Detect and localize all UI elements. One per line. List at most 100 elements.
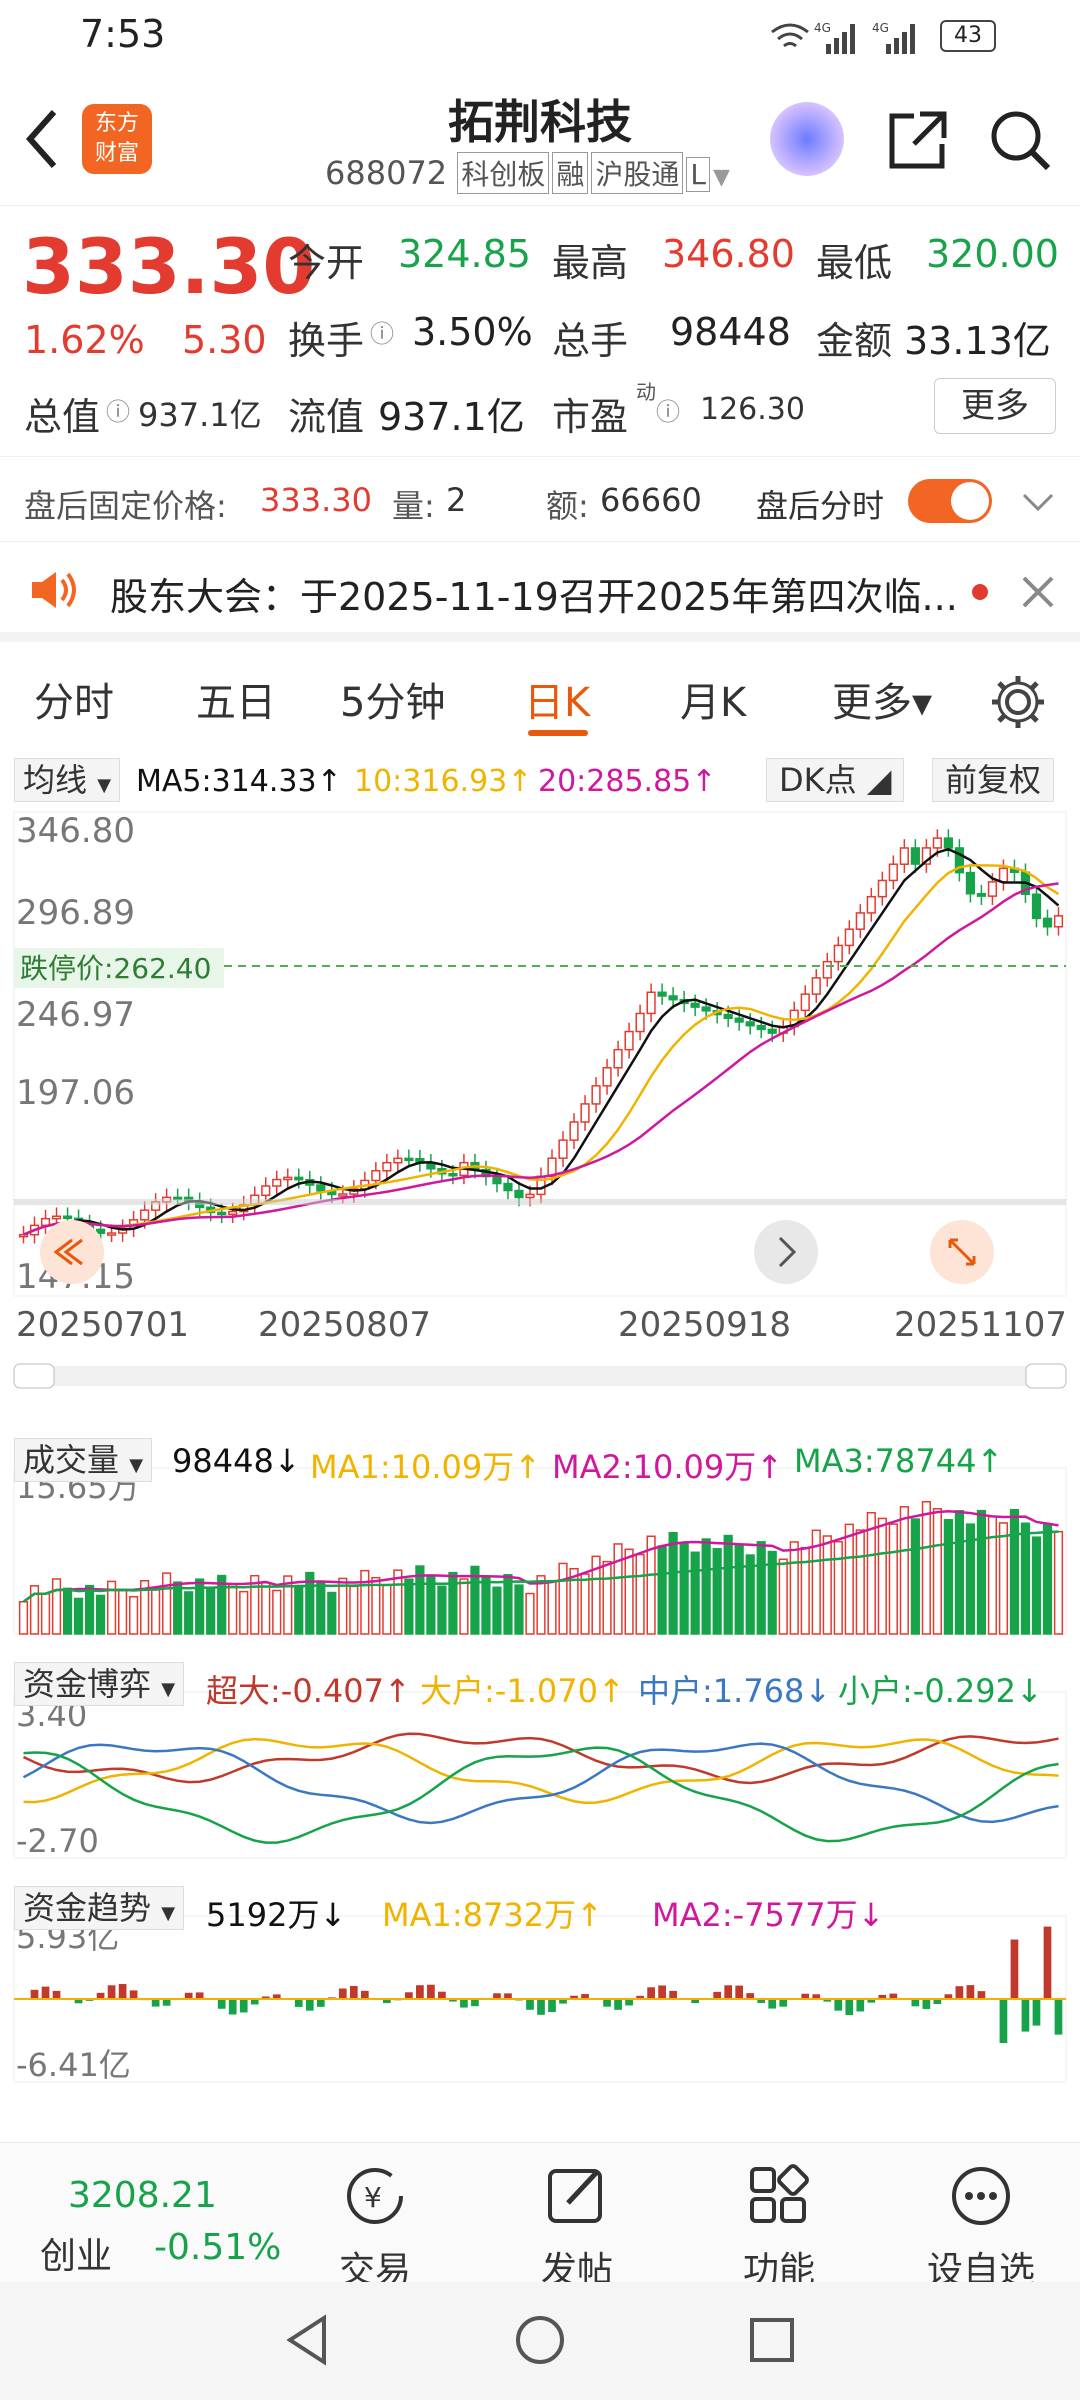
volume-bar [73, 1597, 84, 1635]
float-value: 937.1亿 [378, 395, 525, 439]
fund-trend-bar [338, 1988, 347, 1999]
fund-trend-ma2: MA2:-7577万↓ [652, 1896, 885, 1934]
fund-trend-bar [316, 1999, 325, 2007]
fund-trend-bar [955, 1986, 964, 1999]
volume-bar [1053, 1530, 1064, 1635]
tab-intraday[interactable]: 分时 [34, 670, 114, 728]
fund-game-mid: 中户:1.768↓ [638, 1672, 832, 1710]
last-price: 333.30 [22, 222, 316, 311]
volume-bar [668, 1532, 678, 1635]
candle-body [18, 1233, 29, 1238]
volume-bar [327, 1591, 337, 1635]
range-scrollbar[interactable] [14, 1366, 1066, 1386]
ma10-legend: 10:316.93↑ [354, 764, 533, 799]
fund-trend-select[interactable]: 资金趋势 ▼ [14, 1886, 185, 1930]
notice-bar[interactable]: 股东大会：于2025-11-19召开2025年第四次临... [0, 542, 1080, 642]
share-icon[interactable] [886, 108, 950, 172]
adjust-mode-button[interactable]: 前复权 [932, 758, 1055, 802]
candle-body [734, 1017, 744, 1023]
fund-trend-bar [1032, 1999, 1041, 2026]
nav-home-icon[interactable] [512, 2312, 568, 2368]
fund-trend-bars [19, 1926, 1063, 2044]
candle-body [723, 1013, 733, 1020]
ai-assistant-icon[interactable] [770, 102, 844, 176]
stock-code-row: 688072 科创板融沪股通 L ▼ [325, 152, 730, 194]
trade-button[interactable]: ¥ 交易 [300, 2143, 450, 2291]
tag-kcb: 科创板 [457, 152, 550, 194]
tab-more[interactable]: 更多▾ [832, 670, 932, 728]
volume-bar [503, 1573, 513, 1635]
candle-body [51, 1215, 62, 1220]
post-button[interactable]: 发帖 [502, 2143, 652, 2291]
after-hours-toggle[interactable] [908, 479, 992, 523]
volume-bar [888, 1523, 898, 1635]
candle-body [404, 1157, 414, 1162]
ah-toggle-label: 盘后分时 [756, 487, 885, 525]
fund-game-large: 大户:-1.070↑ [420, 1672, 625, 1710]
fund-trend-bar [526, 1999, 534, 2010]
candle-body [492, 1175, 502, 1185]
function-button[interactable]: 功能 [704, 2143, 854, 2291]
candle-body [382, 1161, 392, 1172]
scroll-left-button[interactable] [40, 1220, 104, 1284]
nav-back-icon[interactable] [280, 2312, 336, 2368]
chevron-down-icon[interactable] [1020, 487, 1056, 517]
candle-body [613, 1048, 623, 1069]
volume-ma3: MA3:78744↑ [794, 1442, 1004, 1480]
fund-trend-bar [911, 1999, 920, 2007]
range-handle-left[interactable] [13, 1363, 55, 1389]
volume-ma1: MA1:10.09万↑ [310, 1448, 542, 1486]
ma-indicator-select[interactable]: 均线 ▼ [14, 758, 121, 802]
candle-body [106, 1232, 117, 1236]
ma20-legend: 20:285.85↑ [538, 764, 717, 799]
fund-trend-bar [999, 1999, 1008, 2044]
kline-xlabel-0: 20250701 [16, 1305, 189, 1345]
volume-bar [756, 1541, 766, 1635]
range-handle-right[interactable] [1025, 1363, 1067, 1389]
candle-body [140, 1209, 150, 1221]
candle-body [855, 912, 865, 930]
volume-bar [679, 1541, 689, 1635]
candle-body [888, 863, 898, 882]
tab-monthly-k[interactable]: 月K [680, 670, 746, 728]
next-button[interactable] [754, 1220, 818, 1284]
candle-body [316, 1184, 326, 1192]
ma-indicator-label: 均线 [23, 761, 88, 799]
fund-trend-bar [41, 1986, 50, 1999]
fund-trend-bar [360, 1990, 369, 1999]
tab-5min[interactable]: 5分钟 [340, 670, 445, 728]
fund-trend-ma1: MA1:8732万↑ [382, 1896, 603, 1934]
candle-body [899, 847, 909, 865]
search-icon[interactable] [988, 108, 1052, 172]
volume-bar [954, 1510, 965, 1635]
candle-body [602, 1066, 612, 1087]
fund-game-line [23, 1746, 1059, 1844]
gear-icon[interactable] [988, 672, 1048, 732]
volume-bar [778, 1558, 788, 1635]
volume-bar [602, 1560, 612, 1635]
volume-indicator-select[interactable]: 成交量 ▼ [14, 1438, 153, 1482]
more-button[interactable]: 更多 [934, 378, 1056, 434]
volume-bar [789, 1541, 799, 1635]
back-button[interactable] [18, 104, 68, 174]
ah-amount-label: 额: [546, 487, 589, 525]
volume-bar [987, 1515, 998, 1635]
fund-game-select[interactable]: 资金博弈 ▼ [14, 1662, 185, 1706]
volume-bar [404, 1578, 414, 1635]
volume-bar [228, 1583, 238, 1635]
candle-body [800, 993, 810, 1012]
kline-ylabel-1: 296.89 [16, 893, 135, 933]
dk-point-button[interactable]: DK点 ◢ [766, 758, 905, 802]
volume-bar [943, 1519, 953, 1635]
close-icon[interactable] [1018, 572, 1058, 612]
tab-five-day[interactable]: 五日 [196, 670, 276, 728]
index-ticker[interactable]: 3208.21 创业 -0.51% [20, 2143, 281, 2283]
volume-bar [481, 1576, 491, 1635]
candle-body [393, 1157, 403, 1164]
mcap-value: 937.1亿 [138, 396, 262, 434]
nav-recents-icon[interactable] [744, 2312, 800, 2368]
tab-daily-k[interactable]: 日K [524, 670, 590, 728]
fund-trend-bar [1010, 1939, 1019, 1999]
add-watchlist-button[interactable]: 设自选 [906, 2143, 1056, 2291]
fund-trend-bar [1054, 1999, 1063, 2035]
